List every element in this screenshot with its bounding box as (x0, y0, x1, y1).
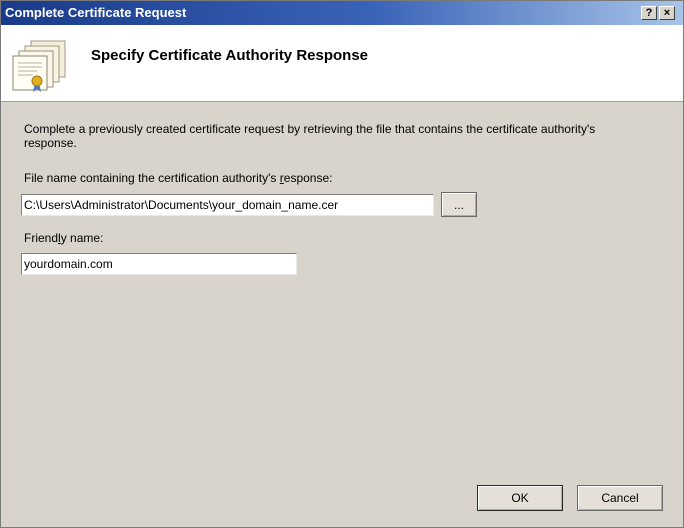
wizard-header: Specify Certificate Authority Response (1, 25, 683, 102)
ok-button[interactable]: OK (477, 485, 563, 511)
close-button[interactable]: × (659, 6, 675, 20)
page-title: Specify Certificate Authority Response (91, 47, 369, 64)
file-name-input[interactable] (21, 194, 434, 216)
friendly-name-input[interactable] (21, 253, 297, 275)
file-name-label: File name containing the certification a… (24, 171, 333, 185)
instructions-text: Complete a previously created certificat… (24, 122, 596, 150)
certificates-icon (12, 40, 66, 92)
friendly-name-label: Friendly name: (24, 231, 104, 245)
title-bar[interactable]: Complete Certificate Request ? × (1, 1, 683, 25)
window-title: Complete Certificate Request (5, 5, 187, 20)
complete-certificate-request-dialog: Complete Certificate Request ? × Specify… (0, 0, 684, 528)
browse-button[interactable]: ... (441, 192, 477, 217)
help-button[interactable]: ? (641, 6, 657, 20)
cancel-button[interactable]: Cancel (577, 485, 663, 511)
